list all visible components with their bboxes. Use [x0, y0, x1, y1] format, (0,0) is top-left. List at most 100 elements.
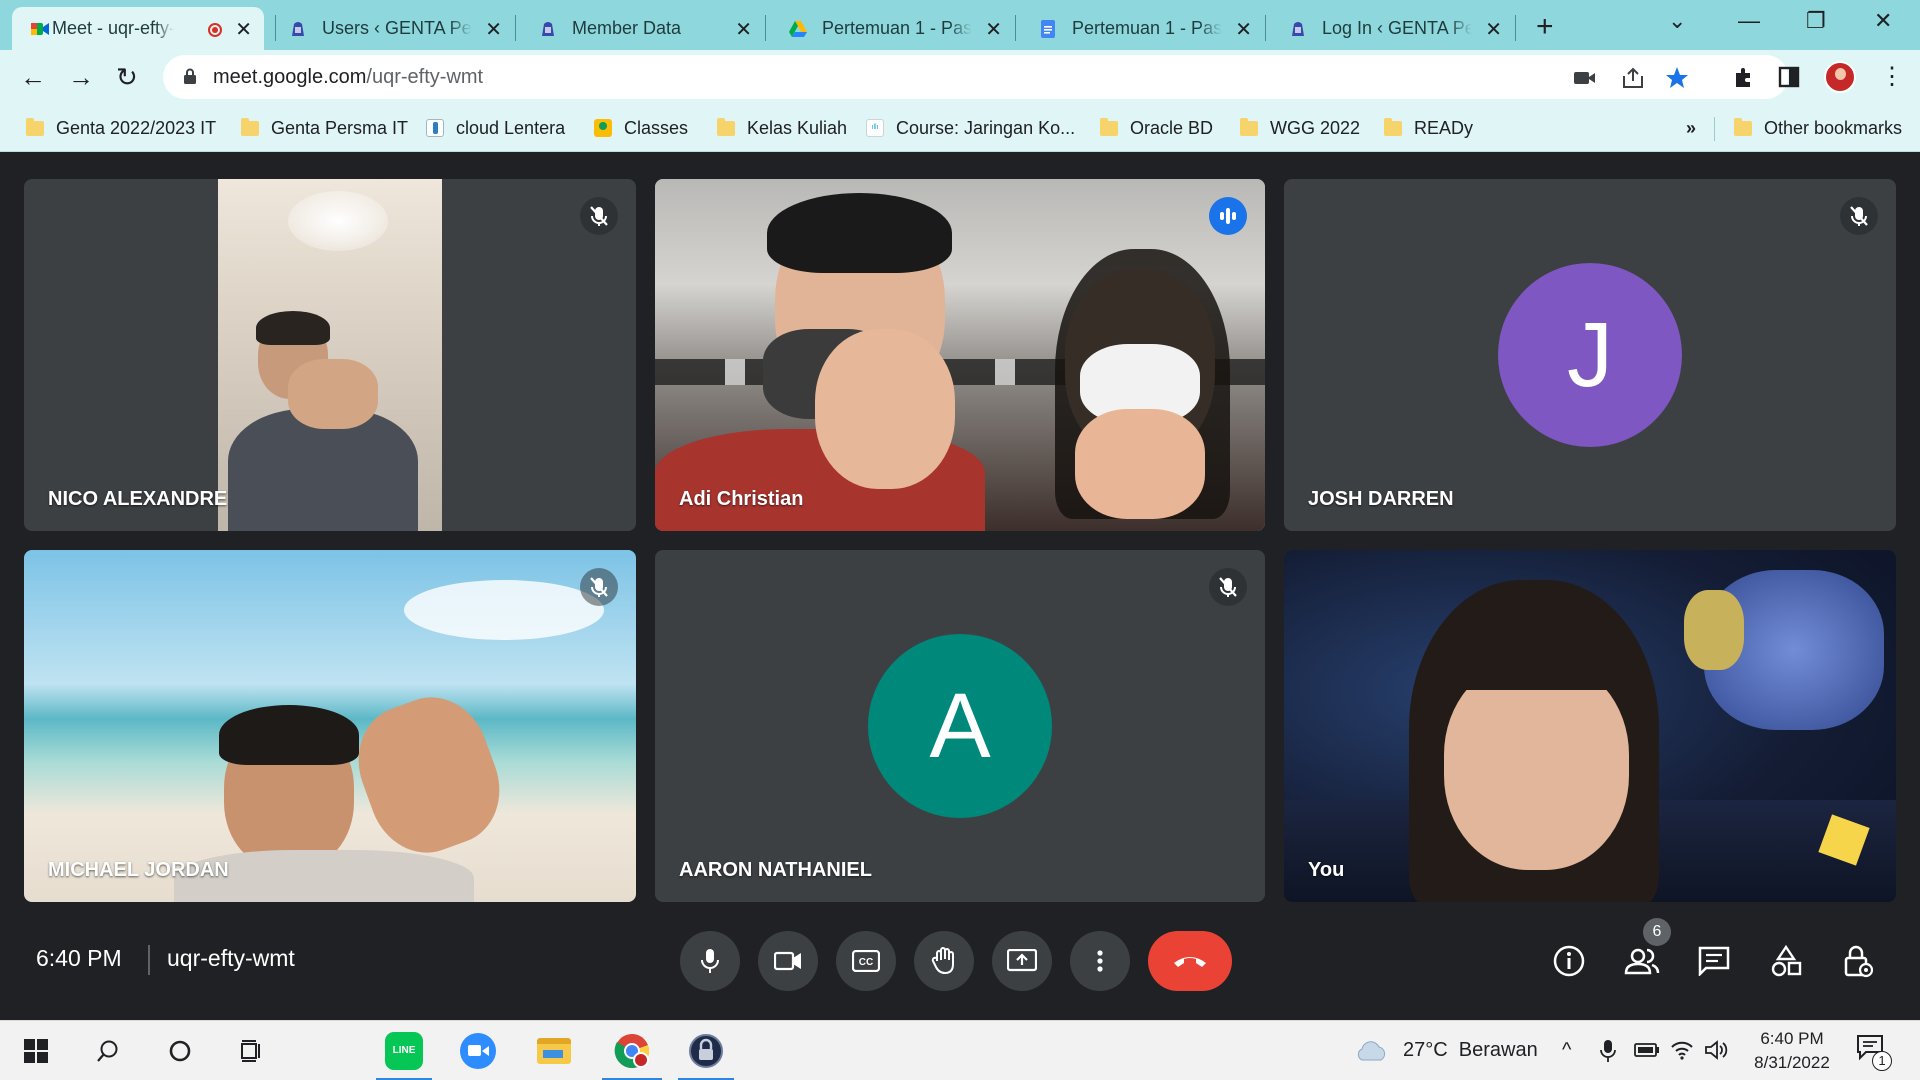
microphone-icon	[701, 949, 719, 973]
restore-button[interactable]: ❐	[1806, 8, 1826, 34]
show-hidden-icons-chevron-icon[interactable]: ^	[1562, 1039, 1571, 1062]
battery-icon[interactable]	[1634, 1041, 1660, 1059]
participant-tile-michael[interactable]: MICHAEL JORDAN	[24, 550, 636, 902]
folder-icon	[241, 117, 259, 136]
extensions-icon[interactable]	[1732, 65, 1756, 89]
taskbar-line-app[interactable]: LINE	[372, 1021, 436, 1080]
muted-mic-icon	[1840, 197, 1878, 235]
notification-count-badge: 1	[1872, 1051, 1892, 1071]
close-tab-icon[interactable]: ✕	[735, 17, 752, 42]
camera-button[interactable]	[758, 931, 818, 991]
participant-tile-aaron[interactable]: A AARON NATHANIEL	[655, 550, 1265, 902]
tab-log-in-genta[interactable]: Log In ‹ GENTA Petra ✕	[1270, 7, 1514, 50]
chat-button[interactable]	[1694, 941, 1734, 981]
task-view-button[interactable]	[220, 1021, 284, 1080]
tab-member-data[interactable]: Member Data ✕	[520, 7, 764, 50]
tab-pertemuan-docs[interactable]: Pertemuan 1 - Passive ✕	[1020, 7, 1264, 50]
bookmark-genta-persma-it[interactable]: Genta Persma IT	[241, 115, 408, 141]
windows-logo-icon	[24, 1039, 48, 1063]
chat-icon	[1698, 946, 1730, 976]
people-button[interactable]	[1622, 941, 1662, 981]
address-bar[interactable]: meet.google.com/uqr-efty-wmt	[163, 55, 1788, 99]
participant-avatar: J	[1498, 263, 1682, 447]
reload-button[interactable]: ↻	[116, 62, 138, 93]
url-text: meet.google.com/uqr-efty-wmt	[213, 66, 484, 88]
genta-icon	[542, 22, 554, 36]
close-tab-icon[interactable]: ✕	[1235, 17, 1252, 42]
start-button[interactable]	[4, 1021, 68, 1080]
search-button[interactable]	[76, 1021, 140, 1080]
weather-text[interactable]: 27°C Berawan	[1403, 1039, 1538, 1062]
bookmark-genta-2022-2023-it[interactable]: Genta 2022/2023 IT	[26, 115, 216, 141]
taskbar-clock[interactable]: 6:40 PM 8/31/2022	[1737, 1027, 1847, 1075]
hang-up-phone-icon	[1174, 957, 1206, 967]
side-panel-icon[interactable]	[1778, 66, 1800, 88]
taskbar-zoom-app[interactable]	[446, 1021, 510, 1080]
tab-pertemuan-drive[interactable]: Pertemuan 1 - Passive ✕	[770, 7, 1014, 50]
camera-permission-icon[interactable]	[1573, 69, 1597, 87]
close-tab-icon[interactable]: ✕	[985, 17, 1002, 42]
meeting-code[interactable]: uqr-efty-wmt	[167, 945, 295, 972]
raise-hand-button[interactable]	[914, 931, 974, 991]
tab-meet[interactable]: Meet - uqr-efty-wmt ✕	[12, 7, 264, 50]
microphone-button[interactable]	[680, 931, 740, 991]
back-button[interactable]: ←	[20, 62, 46, 93]
profile-avatar[interactable]	[1824, 61, 1856, 93]
captions-button[interactable]: CC	[836, 931, 896, 991]
minimize-button[interactable]: —	[1738, 8, 1760, 34]
participant-tile-josh[interactable]: J JOSH DARREN	[1284, 179, 1896, 531]
close-tab-icon[interactable]: ✕	[1485, 17, 1502, 42]
activities-button[interactable]	[1766, 941, 1806, 981]
share-icon[interactable]	[1621, 67, 1645, 89]
close-window-button[interactable]: ✕	[1874, 8, 1892, 34]
tab-search-icon[interactable]: ⌄	[1668, 8, 1686, 34]
taskbar-chrome[interactable]	[598, 1021, 666, 1080]
bookmark-oracle-bd[interactable]: Oracle BD	[1100, 115, 1213, 141]
bookmark-cloud-lentera[interactable]: cloud Lentera	[426, 115, 565, 141]
participant-tile-nico[interactable]: NICO ALEXANDRE	[24, 179, 636, 531]
zoom-app-icon	[460, 1033, 496, 1069]
volume-icon[interactable]	[1704, 1039, 1728, 1061]
tab-users-genta[interactable]: Users ‹ GENTA Petra ✕	[270, 7, 514, 50]
info-icon	[1553, 945, 1585, 977]
more-bookmarks-button[interactable]: »	[1686, 115, 1696, 141]
wifi-icon[interactable]	[1670, 1039, 1694, 1061]
cortana-circle-icon	[169, 1040, 191, 1062]
bookmark-course-jaringan[interactable]: ıllı Course: Jaringan Ko...	[866, 115, 1075, 141]
close-tab-icon[interactable]: ✕	[485, 17, 502, 42]
notification-center-button[interactable]: 1	[1856, 1033, 1896, 1073]
present-screen-button[interactable]	[992, 931, 1052, 991]
windows-taskbar: LINE 27°C Berawan ^ 6:40 PM 8/31/2022 1	[0, 1020, 1920, 1080]
forward-button[interactable]: →	[68, 62, 94, 93]
bookmark-classes[interactable]: Classes	[594, 115, 688, 141]
meeting-details-button[interactable]	[1549, 941, 1589, 981]
muted-mic-icon	[580, 568, 618, 606]
tab-strip: Meet - uqr-efty-wmt ✕ Users ‹ GENTA Petr…	[0, 0, 1920, 50]
chrome-menu-icon[interactable]: ⋮	[1880, 62, 1904, 91]
lock-icon	[184, 68, 196, 84]
participant-name: NICO ALEXANDRE	[48, 488, 228, 510]
more-options-button[interactable]	[1070, 931, 1130, 991]
muted-mic-icon	[1209, 568, 1247, 606]
participant-count-badge: 6	[1643, 918, 1671, 946]
taskbar-file-explorer[interactable]	[522, 1021, 586, 1080]
participant-tile-you[interactable]: You	[1284, 550, 1896, 902]
bookmark-wgg-2022[interactable]: WGG 2022	[1240, 115, 1360, 141]
genta-icon	[292, 22, 304, 36]
bookmark-star-icon[interactable]	[1665, 66, 1689, 90]
cortana-button[interactable]	[148, 1021, 212, 1080]
bookmark-kelas-kuliah[interactable]: Kelas Kuliah	[717, 115, 847, 141]
participant-tile-adi[interactable]: Adi Christian	[655, 179, 1265, 531]
browser-toolbar: ← → ↻ meet.google.com/uqr-efty-wmt ⋮	[0, 50, 1920, 105]
taskbar-vpn-app[interactable]	[674, 1021, 738, 1080]
new-tab-button[interactable]: +	[1536, 10, 1554, 44]
leave-call-button[interactable]	[1148, 931, 1232, 991]
close-tab-icon[interactable]: ✕	[235, 17, 252, 42]
other-bookmarks[interactable]: Other bookmarks	[1734, 115, 1902, 141]
bookmarks-bar: Genta 2022/2023 IT Genta Persma IT cloud…	[0, 105, 1920, 152]
microphone-tray-icon[interactable]	[1600, 1039, 1616, 1063]
folder-explorer-icon	[537, 1038, 571, 1064]
bookmark-ready[interactable]: READy	[1384, 115, 1473, 141]
host-controls-button[interactable]	[1838, 941, 1878, 981]
raise-hand-icon	[931, 947, 954, 975]
